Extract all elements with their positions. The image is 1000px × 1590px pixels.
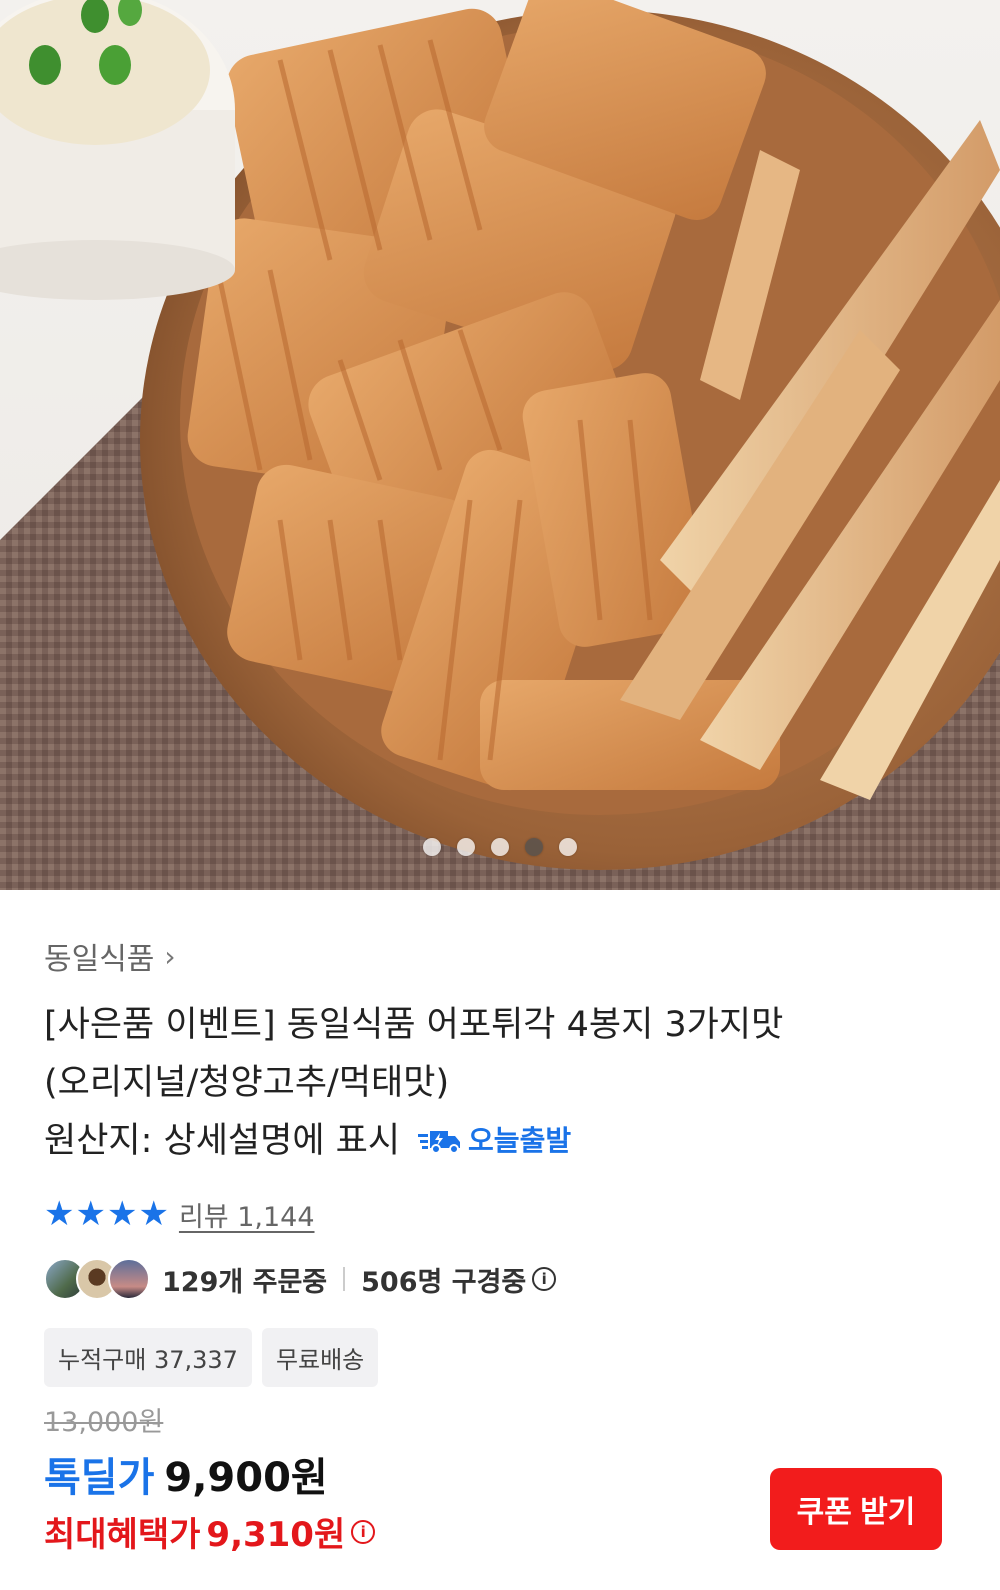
slide-dot-active[interactable] bbox=[525, 838, 543, 856]
star-icon: ★ bbox=[75, 1194, 106, 1234]
max-benefit-row: 최대혜택가 9,310원 i bbox=[44, 1507, 376, 1556]
rating-row[interactable]: ★ ★ ★ ★ 리뷰 1,144 bbox=[44, 1192, 964, 1236]
product-title: [사은품 이벤트] 동일식품 어포튀각 4봉지 3가지맛 (오리지널/청양고추/… bbox=[44, 996, 964, 1170]
get-coupon-button[interactable]: 쿠폰 받기 bbox=[770, 1468, 942, 1550]
slide-dot[interactable] bbox=[423, 838, 441, 856]
brand-name: 동일식품 bbox=[44, 942, 155, 977]
viewers-count: 506명 구경중 bbox=[361, 1266, 527, 1298]
today-shipping-badge: 오늘출발 bbox=[418, 1112, 571, 1170]
deal-price-label: 톡딜가 bbox=[44, 1455, 155, 1501]
max-benefit-price: 9,310원 bbox=[206, 1515, 346, 1555]
deal-price-row: 톡딜가 9,900원 bbox=[44, 1445, 375, 1503]
slide-indicator[interactable] bbox=[0, 838, 1000, 856]
info-icon[interactable]: i bbox=[532, 1267, 557, 1291]
star-rating: ★ ★ ★ ★ bbox=[44, 1197, 169, 1231]
tag-cumulative-purchases: 누적구매 37,337 bbox=[44, 1328, 252, 1387]
title-line-1: [사은품 이벤트] 동일식품 어포튀각 4봉지 3가지맛 bbox=[44, 1005, 784, 1045]
original-price: 13,000원 bbox=[44, 1407, 164, 1438]
slide-dot[interactable] bbox=[457, 838, 475, 856]
product-image[interactable] bbox=[0, 0, 1000, 890]
title-line-2: (오리지널/청양고추/먹태맛) bbox=[44, 1063, 450, 1103]
star-icon: ★ bbox=[106, 1194, 138, 1234]
tag-list: 누적구매 37,337 무료배송 bbox=[44, 1328, 964, 1387]
divider bbox=[343, 1267, 346, 1291]
orders-count: 129개 주문중 bbox=[162, 1266, 328, 1298]
fast-truck-icon bbox=[418, 1131, 461, 1154]
max-benefit-label: 최대혜택가 bbox=[44, 1515, 201, 1555]
star-icon: ★ bbox=[138, 1194, 169, 1234]
star-icon: ★ bbox=[44, 1194, 75, 1234]
product-info: 동일식품 › [사은품 이벤트] 동일식품 어포튀각 4봉지 3가지맛 (오리지… bbox=[44, 930, 964, 1387]
info-icon[interactable]: i bbox=[351, 1519, 376, 1544]
today-shipping-label: 오늘출발 bbox=[468, 1124, 572, 1157]
origin-text: 원산지: 상세설명에 표시 bbox=[44, 1121, 401, 1161]
slide-dot[interactable] bbox=[559, 838, 577, 856]
deal-price: 9,900원 bbox=[164, 1455, 328, 1501]
origin-row: 원산지: 상세설명에 표시 오늘출발 bbox=[44, 1112, 964, 1170]
snack-photo bbox=[0, 0, 1000, 890]
review-count-link[interactable]: 리뷰 1,144 bbox=[179, 1195, 315, 1234]
avatar bbox=[108, 1258, 150, 1300]
social-proof-row: 129개 주문중 506명 구경중 i bbox=[44, 1256, 964, 1302]
tag-free-shipping: 무료배송 bbox=[261, 1328, 379, 1387]
buyer-avatars bbox=[44, 1258, 150, 1300]
slide-dot[interactable] bbox=[491, 838, 509, 856]
chevron-right-icon: › bbox=[164, 939, 176, 973]
brand-link[interactable]: 동일식품 › bbox=[44, 930, 964, 982]
price-block: 13,000원 톡딜가 9,900원 최대혜택가 9,310원 i bbox=[44, 1400, 376, 1556]
